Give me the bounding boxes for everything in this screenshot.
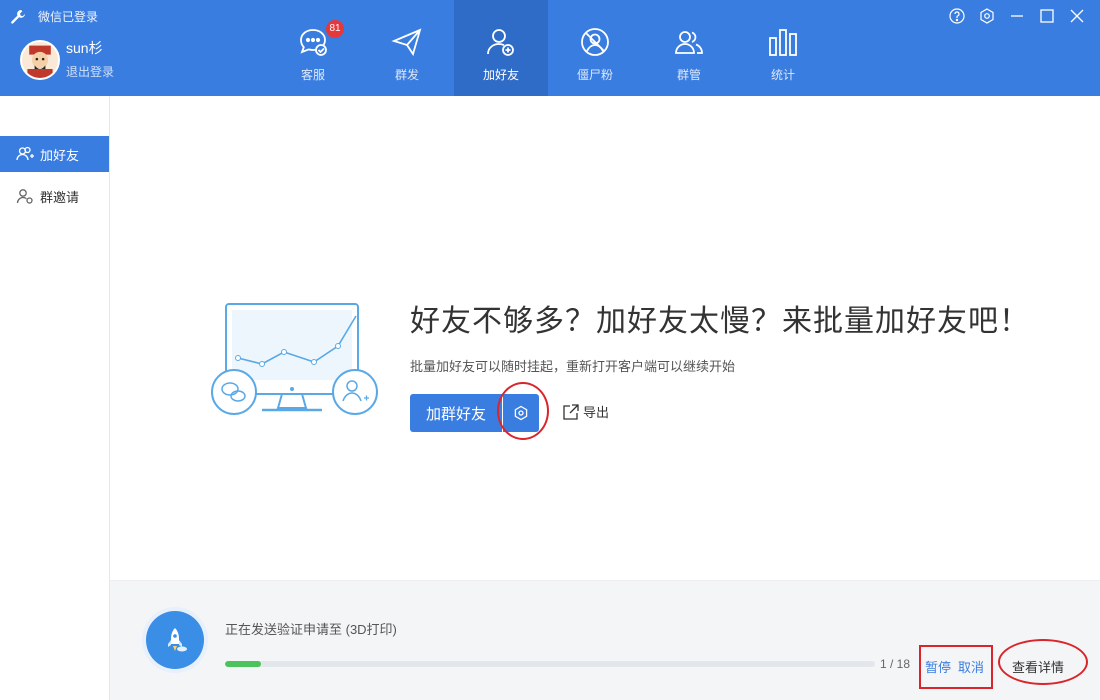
invite-icon	[16, 187, 34, 205]
tab-zombie-fans[interactable]: 僵尸粉	[548, 0, 642, 96]
help-icon	[949, 8, 965, 24]
tab-label-group-management: 群管	[676, 68, 701, 82]
add-group-friends-button[interactable]: 加群好友	[410, 394, 502, 432]
maximize-icon	[1040, 9, 1054, 23]
zombie-icon	[579, 26, 611, 58]
page-subline: 批量加好友可以随时挂起，重新打开客户端可以继续开始	[410, 359, 736, 374]
add-friend-icon	[485, 26, 517, 58]
close-button[interactable]	[1062, 6, 1092, 26]
close-icon	[1070, 9, 1084, 23]
add-friend-icon	[16, 145, 34, 163]
minimize-icon	[1011, 15, 1023, 17]
tab-label-customer-service: 客服	[300, 68, 325, 82]
minimize-button[interactable]	[1002, 6, 1032, 26]
user-name: sun杉	[66, 40, 103, 56]
rocket-icon	[168, 628, 187, 652]
settings-icon	[514, 405, 528, 421]
export-button[interactable]: 导出	[562, 402, 609, 421]
sidebar-item-label: 群邀请	[40, 189, 80, 205]
maximize-button[interactable]	[1032, 6, 1062, 26]
progress-bar	[225, 661, 875, 667]
cancel-button[interactable]: 取消	[958, 657, 984, 676]
view-details-button[interactable]: 查看详情	[1012, 657, 1064, 676]
tab-customer-service[interactable]: 81 客服	[266, 0, 360, 96]
settings-icon	[980, 8, 994, 24]
sidebar-item-label: 加好友	[40, 147, 80, 163]
stats-icon	[767, 26, 799, 58]
pause-button[interactable]: 暂停	[925, 657, 951, 676]
main-content: 好友不够多？加好友太慢？来批量加好友吧！ 批量加好友可以随时挂起，重新打开客户端…	[110, 96, 1100, 580]
export-label: 导出	[583, 405, 610, 420]
progress-bar-fill	[225, 661, 262, 667]
tab-statistics[interactable]: 统计	[736, 0, 830, 96]
rocket-badge	[142, 607, 208, 673]
window-controls	[942, 6, 1092, 26]
sidebar: 加好友 群邀请	[0, 96, 110, 700]
add-settings-button[interactable]	[503, 394, 539, 432]
tab-group-management[interactable]: 群管	[642, 0, 736, 96]
unread-badge: 81	[326, 20, 344, 38]
settings-button[interactable]	[972, 6, 1002, 26]
sidebar-item-add-friend[interactable]: 加好友	[0, 136, 109, 172]
logout-link[interactable]: 退出登录	[66, 63, 114, 80]
avatar[interactable]	[20, 40, 60, 80]
tab-label-add-friend: 加好友	[482, 68, 519, 82]
help-button[interactable]	[942, 6, 972, 26]
tab-label-zombie-fans: 僵尸粉	[576, 68, 613, 82]
export-icon	[563, 403, 579, 420]
tab-label-broadcast: 群发	[394, 68, 419, 82]
wrench-icon	[11, 9, 25, 24]
tab-broadcast[interactable]: 群发	[360, 0, 454, 96]
send-icon	[391, 26, 423, 58]
tab-add-friend[interactable]: 加好友	[454, 0, 548, 96]
chat-icon	[297, 26, 329, 58]
sidebar-item-group-invite[interactable]: 群邀请	[0, 178, 109, 214]
page-headline: 好友不够多？加好友太慢？来批量加好友吧！	[410, 305, 1030, 338]
monitor-illustration	[211, 303, 378, 415]
header-bar: 微信已登录 sun杉 退出登录 81 客服 群发 加好友 僵尸粉 群管 统计	[0, 0, 1100, 96]
progress-panel: 正在发送验证申请至 (3D打印) 1 / 18 暂停 取消 查看详情	[110, 580, 1100, 700]
progress-status-text: 正在发送验证申请至 (3D打印)	[225, 622, 397, 637]
tab-label-statistics: 统计	[770, 68, 795, 82]
avatar-image	[22, 42, 58, 78]
login-status: 微信已登录	[10, 8, 98, 25]
login-status-text: 微信已登录	[38, 10, 99, 24]
group-icon	[673, 26, 705, 58]
main-nav: 81 客服 群发 加好友 僵尸粉 群管 统计	[266, 0, 830, 96]
progress-count: 1 / 18	[880, 657, 911, 671]
